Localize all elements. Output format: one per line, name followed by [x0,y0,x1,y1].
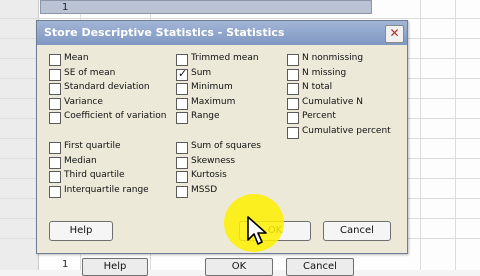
background-help-button[interactable]: Help [82,258,148,276]
checkbox-label: N total [302,82,333,92]
checkbox-label: Maximum [191,96,236,107]
help-button[interactable]: Help [49,221,113,241]
cancel-button[interactable]: Cancel [323,221,391,241]
checkbox-label: Standard deviation [64,82,150,92]
checkbox-label: Third quartile [64,170,125,180]
checkbox-label: Kurtosis [191,170,227,180]
checkbox-label: Variance [64,96,103,107]
checkbox-label: Skewness [191,155,236,166]
grid-line [420,0,421,270]
row-number: 1 [62,2,69,13]
checkbox-label: N missing [302,67,347,78]
checkbox-unchecked[interactable] [49,185,61,198]
grid-line [0,18,480,19]
checkbox-label: N nonmissing [302,53,364,63]
grid-line [455,0,456,270]
checkbox-unchecked[interactable] [176,185,188,198]
checkbox-label: Mean [64,53,89,63]
checkbox-unchecked[interactable] [287,112,299,124]
background-ok-button[interactable]: OK [205,258,273,276]
checkbox-label: Range [191,111,220,121]
checkbox-label: Cumulative N [302,96,363,107]
checkbox-label: Sum of squares [191,141,261,151]
checkbox-label: SE of mean [64,67,116,78]
checkbox-label: Minimum [191,82,233,92]
checkbox-unchecked[interactable] [176,54,188,66]
checkbox-unchecked[interactable] [287,83,299,95]
parent-dialog-titlebar [40,0,372,14]
checkbox-unchecked[interactable] [49,171,61,183]
checkbox-unchecked[interactable] [176,156,188,169]
checkbox-unchecked[interactable] [287,97,299,110]
checkbox-unchecked[interactable] [176,83,188,95]
dialog-title: Store Descriptive Statistics - Statistic… [44,26,285,39]
checkbox-unchecked[interactable] [176,142,188,154]
checkbox-checked[interactable]: ✓ [176,66,188,81]
checkbox-unchecked[interactable] [287,68,299,81]
checkbox-unchecked[interactable] [176,171,188,183]
checkbox-unchecked[interactable] [49,142,61,154]
checkbox-label: Percent [302,111,336,121]
checkbox-unchecked[interactable] [49,156,61,169]
statistics-dialog: Store Descriptive Statistics - Statistic… [36,20,408,254]
checkbox-label: First quartile [64,141,121,151]
row-number: 1 [62,259,69,270]
checkbox-label: Interquartile range [64,184,149,195]
pointer-cursor-icon [247,216,267,245]
checkbox-unchecked[interactable] [287,54,299,66]
checkbox-label: Trimmed mean [191,53,259,63]
background-cancel-button[interactable]: Cancel [286,258,354,276]
row-header-column [0,0,39,270]
checkmark-icon: ✓ [178,66,188,80]
checkbox-unchecked[interactable] [287,126,299,139]
checkbox-label: Coefficient of variation [64,111,167,121]
close-button[interactable]: ✕ [385,25,404,43]
checkbox-label: MSSD [191,184,218,195]
checkbox-unchecked[interactable] [176,112,188,124]
checkbox-unchecked[interactable] [49,83,61,95]
close-icon: ✕ [389,26,400,40]
checkbox-unchecked[interactable] [49,68,61,81]
checkbox-label: Median [64,155,97,166]
checkbox-unchecked[interactable] [49,54,61,66]
checkbox-label: Sum [191,67,212,78]
checkbox-unchecked[interactable] [49,112,61,124]
dialog-titlebar: Store Descriptive Statistics - Statistic… [37,21,407,45]
checkbox-unchecked[interactable] [176,97,188,110]
checkbox-label: Cumulative percent [302,125,391,136]
checkbox-unchecked[interactable] [49,97,61,110]
